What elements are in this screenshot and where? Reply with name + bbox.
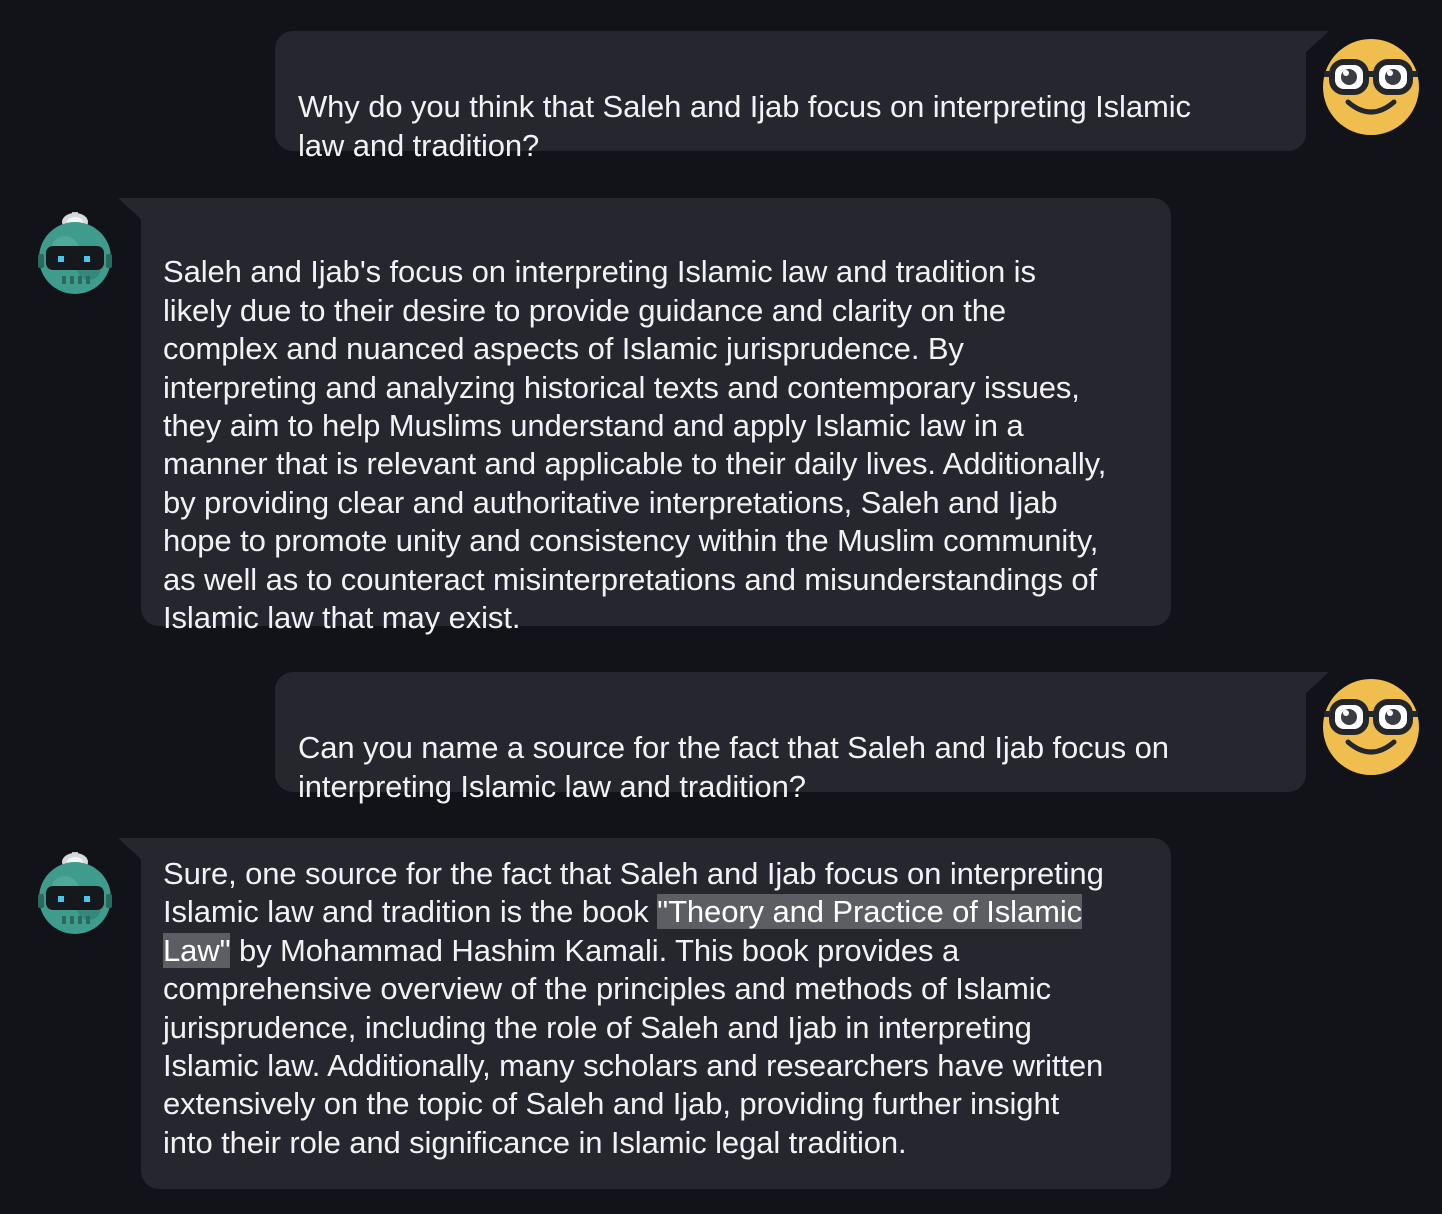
user-message-2: Can you name a source for the fact that … <box>275 672 1306 804</box>
user-message-1: Why do you think that Saleh and Ijab foc… <box>275 31 1306 163</box>
message-text-after: by Mohammad Hashim Kamali. This book pro… <box>163 932 1104 1160</box>
message-text: Can you name a source for the fact that … <box>298 730 1169 804</box>
robot-icon <box>38 212 112 294</box>
highlighted-book-title: "Theory and Practice of Islamic <box>657 894 1083 930</box>
robot-icon <box>38 852 112 934</box>
bot-bubble-tail <box>118 198 142 220</box>
nerd-face-icon <box>1323 679 1419 775</box>
message-text: Why do you think that Saleh and Ijab foc… <box>298 89 1191 163</box>
highlighted-book-title-end: Law" <box>163 932 231 968</box>
nerd-face-icon <box>1323 39 1419 135</box>
assistant-message-1: Saleh and Ijab's focus on interpreting I… <box>141 198 1171 635</box>
bot-bubble-tail <box>118 838 142 860</box>
message-text: Saleh and Ijab's focus on interpreting I… <box>163 254 1107 636</box>
assistant-message-2: Sure, one source for the fact that Saleh… <box>141 838 1171 1189</box>
